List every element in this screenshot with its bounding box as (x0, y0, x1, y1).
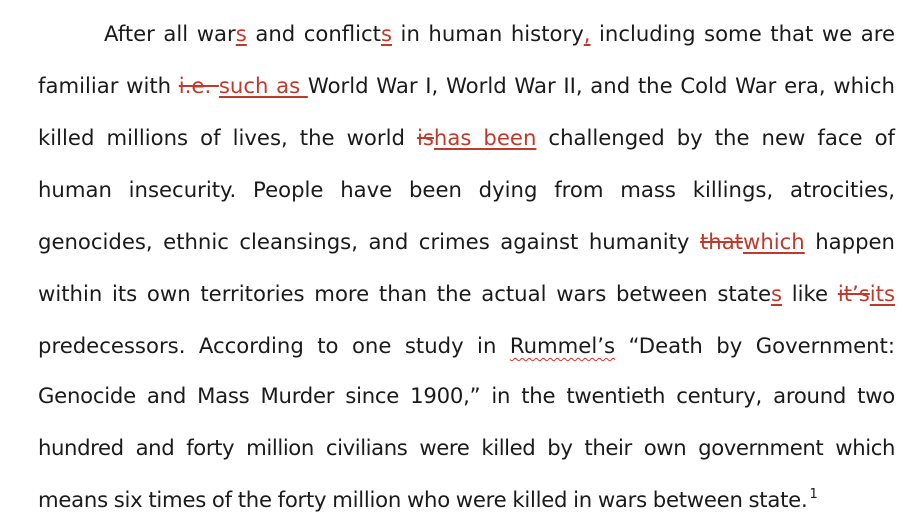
document-page: After all wars and conflicts in human hi… (0, 0, 918, 516)
spelling-flagged-text: Rummel’s (509, 333, 615, 358)
paragraph-line-7: predecessors. According to one study in … (38, 328, 895, 364)
text-run: and conflict (246, 21, 381, 46)
inserted-text: has been (433, 125, 537, 150)
text-run: human insecurity. People have been dying… (38, 177, 895, 202)
deleted-text: i.e. (178, 73, 219, 98)
text-run: killed millions of lives, the world (38, 125, 417, 150)
paragraph-line-1: After all wars and conflicts in human hi… (104, 16, 895, 52)
deleted-text: is (416, 125, 434, 150)
text-run: within its own territories more than the… (38, 281, 771, 306)
paragraph-line-5: genocides, ethnic cleansings, and crimes… (38, 224, 895, 260)
inserted-text: its (869, 281, 896, 306)
text-run: challenged by the new face of (536, 125, 895, 150)
inserted-text: such as (218, 73, 308, 98)
text-run: happen (804, 229, 895, 254)
paragraph-line-2: familiar with i.e. such as World War I, … (38, 68, 895, 104)
text-run: familiar with (38, 73, 179, 98)
text-run: hundred and forty million civilians were… (38, 435, 895, 460)
paragraph-line-8: Genocide and Mass Murder since 1900,” in… (38, 378, 895, 414)
footnote-reference: 1 (809, 487, 818, 502)
paragraph-line-10: means six times of the forty million who… (38, 482, 895, 516)
text-run: in human history (392, 21, 584, 46)
text-run: After all war (104, 21, 236, 46)
inserted-text: which (742, 229, 805, 254)
paragraph-line-4: human insecurity. People have been dying… (38, 172, 895, 208)
inserted-text: s (380, 21, 393, 46)
deleted-text: it’s (837, 281, 870, 306)
text-run: including some that we are (590, 21, 895, 46)
text-run: predecessors. According to one study in (38, 333, 510, 358)
text-run: World War I, World War II, and the Cold … (307, 73, 895, 98)
text-run: genocides, ethnic cleansings, and crimes… (38, 229, 700, 254)
paragraph-line-9: hundred and forty million civilians were… (38, 430, 895, 466)
text-run: “Death by Government: (615, 333, 895, 358)
deleted-text: that (699, 229, 743, 254)
paragraph-line-3: killed millions of lives, the world isha… (38, 120, 895, 156)
text-run: like (782, 281, 838, 306)
paragraph-line-6: within its own territories more than the… (38, 276, 895, 312)
text-run: Genocide and Mass Murder since 1900,” in… (38, 383, 895, 408)
inserted-text: s (235, 21, 247, 46)
text-run: means six times of the forty million who… (38, 487, 808, 512)
inserted-text: s (771, 281, 783, 306)
